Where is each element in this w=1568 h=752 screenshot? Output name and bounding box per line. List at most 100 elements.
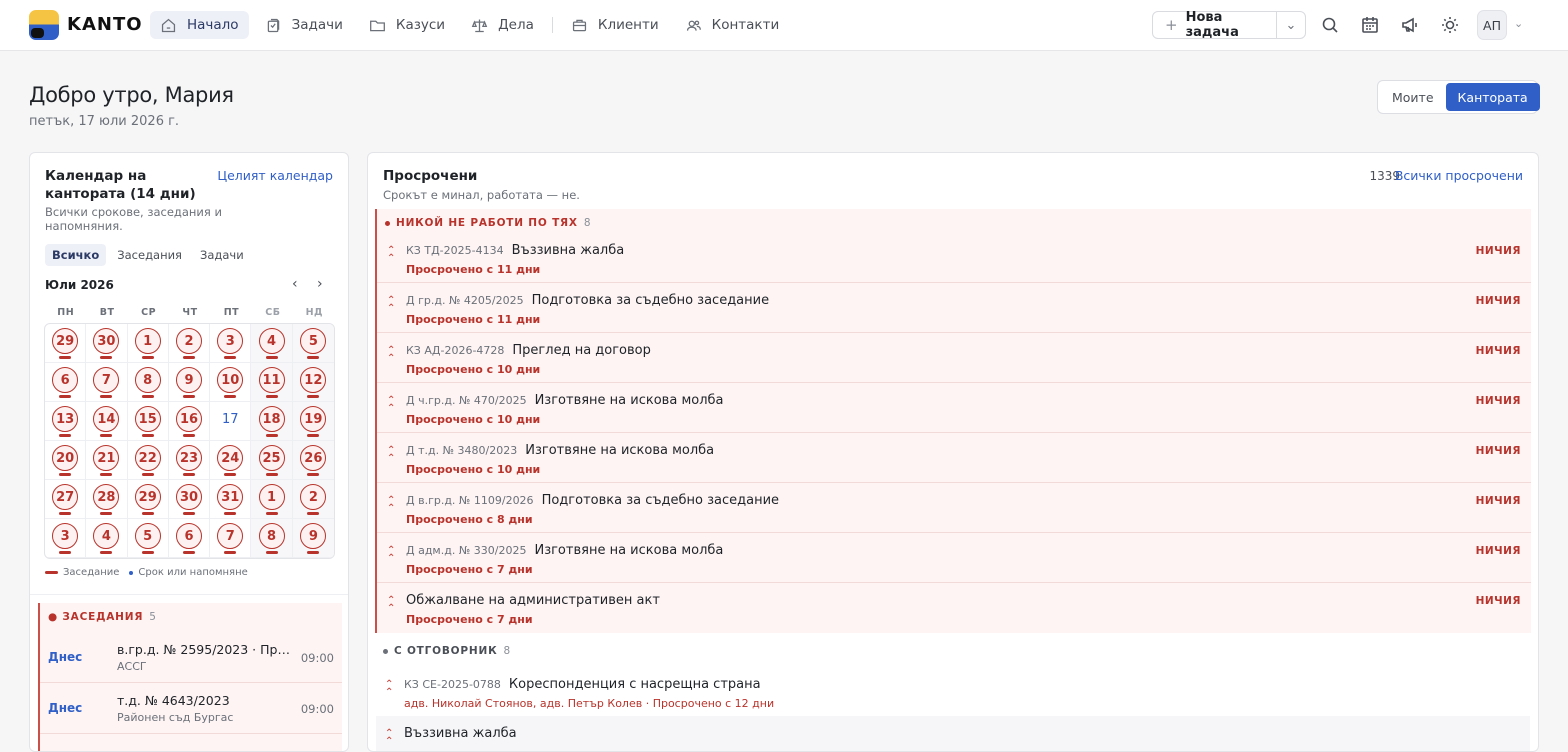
calendar-day[interactable]: 1 <box>251 480 293 519</box>
tab-hearings[interactable]: Заседания <box>110 244 189 266</box>
calendar-day[interactable]: 28 <box>86 480 128 519</box>
scope-option-mine[interactable]: Моите <box>1380 83 1446 111</box>
calendar-day[interactable]: 10 <box>210 363 252 402</box>
new-task-button[interactable]: + Нова задача <box>1153 10 1277 40</box>
hearing-row[interactable]: Днес в.гр.д. № 2595/2023 · При... АССГ 0… <box>40 633 342 683</box>
nav-item-contacts[interactable]: Контакти <box>675 11 790 39</box>
overdue-task-row[interactable]: ⌃ ⌃ Въззивна жалба <box>376 716 1530 751</box>
new-task-menu-button[interactable]: ⌄ <box>1277 18 1305 33</box>
calendar-day[interactable]: 11 <box>251 363 293 402</box>
calendar-day[interactable]: 7 <box>210 519 252 558</box>
calendar-day[interactable]: 17 <box>210 402 252 441</box>
overdue-task-row[interactable]: ⌃ ⌃ Обжалване на административен акт Просро… <box>377 583 1531 633</box>
day-number: 18 <box>258 406 285 432</box>
hearing-marker <box>265 395 278 398</box>
hearing-marker <box>265 512 278 515</box>
overdue-task-row[interactable]: ⌃ ⌃ Д т.д. № 3480/2023 Изготвяне на искова … <box>377 433 1531 483</box>
calendar-grid: 29 30 1 2 3 4 5 6 7 8 9 10 11 12 13 14 15 16 17 18 19 20 21 22 2… <box>44 323 335 559</box>
task-title: Изготвяне на искова молба <box>525 443 715 458</box>
new-task-split-button: + Нова задача ⌄ <box>1152 10 1306 40</box>
overdue-task-row[interactable]: ⌃ ⌃ Д гр.д. № 4205/2025 Подготовка за съдеб… <box>377 283 1531 333</box>
calendar-day[interactable]: 21 <box>86 441 128 480</box>
contacts-icon <box>686 20 701 31</box>
task-title: Подготовка за съдебно заседание <box>531 293 770 308</box>
calendar-day[interactable]: 31 <box>210 480 252 519</box>
overdue-task-row[interactable]: ⌃ ⌃ КЗ СЕ-2025-0788 Кореспонденция с насрещ… <box>376 667 1530 717</box>
calendar-day[interactable]: 1 <box>127 324 169 363</box>
day-number: 28 <box>93 484 120 510</box>
calendar-day[interactable]: 30 <box>168 480 211 519</box>
full-calendar-link[interactable]: Целият календар <box>217 168 333 183</box>
calendar-day[interactable]: 5 <box>127 519 169 558</box>
nav-item-matters[interactable]: Дела <box>461 11 544 39</box>
overdue-task-row[interactable]: ⌃ ⌃ Д адм.д. № 330/2025 Изготвяне на искова… <box>377 533 1531 583</box>
calendar-day[interactable]: 24 <box>210 441 252 480</box>
overdue-card: Просрочени Срокът е минал, работата — не… <box>367 152 1539 752</box>
calendar-day[interactable]: 5 <box>292 324 334 363</box>
calendar-day[interactable]: 22 <box>127 441 169 480</box>
chevron-down-icon[interactable]: ⌄ <box>1514 17 1523 30</box>
overdue-task-row[interactable]: ⌃ ⌃ Д ч.гр.д. № 470/2025 Изготвяне на исков… <box>377 383 1531 433</box>
calendar-day[interactable]: 6 <box>168 519 211 558</box>
calendar-icon <box>1362 17 1378 33</box>
calendar-day[interactable]: 25 <box>251 441 293 480</box>
calendar-day[interactable]: 30 <box>86 324 128 363</box>
calendar-day[interactable]: 15 <box>127 402 169 441</box>
kanto-logo[interactable] <box>29 10 59 40</box>
chevron-left-icon[interactable]: ‹ <box>292 276 298 292</box>
calendar-day[interactable]: 3 <box>45 519 87 558</box>
nav-item-clients[interactable]: Клиенти <box>561 11 669 39</box>
calendar-day[interactable]: 14 <box>86 402 128 441</box>
calendar-day[interactable]: 26 <box>292 441 334 480</box>
calendar-day[interactable]: 12 <box>292 363 334 402</box>
calendar-day[interactable]: 4 <box>86 519 128 558</box>
calendar-day[interactable]: 20 <box>45 441 87 480</box>
calendar-day[interactable]: 9 <box>168 363 211 402</box>
theme-toggle[interactable] <box>1440 15 1460 35</box>
calendar-day[interactable]: 29 <box>127 480 169 519</box>
calendar-day[interactable]: 13 <box>45 402 87 441</box>
calendar-day[interactable]: 8 <box>127 363 169 402</box>
hearing-row[interactable] <box>40 735 342 751</box>
calendar-day[interactable]: 2 <box>292 480 334 519</box>
overdue-task-row[interactable]: ⌃ ⌃ Д в.гр.д. № 1109/2026 Подготовка за съд… <box>377 483 1531 533</box>
task-icon <box>267 18 279 32</box>
calendar-day[interactable]: 9 <box>292 519 334 558</box>
day-number: 7 <box>217 523 244 549</box>
calendar-day[interactable]: 3 <box>210 324 252 363</box>
calendar-day[interactable]: 4 <box>251 324 293 363</box>
day-number: 2 <box>175 328 202 354</box>
calendar-day[interactable]: 19 <box>292 402 334 441</box>
calendar-day[interactable]: 6 <box>45 363 87 402</box>
hearing-marker <box>265 473 278 476</box>
scope-option-office[interactable]: Кантората <box>1445 83 1540 111</box>
owner-badge: НИЧИЯ <box>1475 245 1521 257</box>
chevron-right-icon[interactable]: › <box>317 276 323 292</box>
all-overdue-link[interactable]: Всички просрочени <box>1395 168 1523 183</box>
brand-name[interactable]: KANTO <box>67 14 143 35</box>
announcements-button[interactable] <box>1400 15 1420 35</box>
task-title: Въззивна жалба <box>404 726 517 741</box>
nav-item-cases[interactable]: Казуси <box>359 11 455 39</box>
calendar-button[interactable] <box>1360 15 1380 35</box>
case-number: Д ч.гр.д. № 470/2025 <box>406 394 527 407</box>
overdue-task-row[interactable]: ⌃ ⌃ КЗ АД-2026-4728 Преглед на договор Проср… <box>377 333 1531 383</box>
weekday-label: ЧТ <box>182 307 198 318</box>
calendar-day[interactable]: 18 <box>251 402 293 441</box>
calendar-day[interactable]: 23 <box>168 441 211 480</box>
calendar-day[interactable]: 16 <box>168 402 211 441</box>
overdue-task-row[interactable]: ⌃ ⌃ КЗ ТД-2025-4134 Въззивна жалба Просрочен… <box>377 233 1531 283</box>
user-avatar[interactable]: АП <box>1477 10 1507 40</box>
tab-all[interactable]: Всичко <box>45 244 107 266</box>
calendar-day[interactable]: 7 <box>86 363 128 402</box>
hearing-row[interactable]: Днес т.д. № 4643/2023 Районен съд Бургас… <box>40 684 342 734</box>
nav-item-tasks[interactable]: Задачи <box>255 11 353 39</box>
calendar-day[interactable]: 8 <box>251 519 293 558</box>
search-button[interactable] <box>1320 15 1340 35</box>
day-number: 2 <box>300 484 327 510</box>
calendar-day[interactable]: 29 <box>45 324 87 363</box>
nav-item-home[interactable]: Начало <box>150 11 249 39</box>
tab-tasks[interactable]: Задачи <box>193 244 251 266</box>
calendar-day[interactable]: 27 <box>45 480 87 519</box>
calendar-day[interactable]: 2 <box>168 324 211 363</box>
